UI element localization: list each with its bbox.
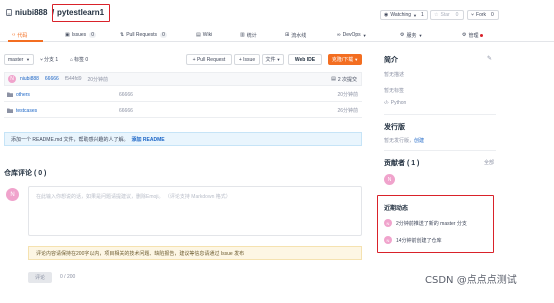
avatar: N: [6, 188, 19, 201]
comment-placeholder: 在此输入你想说的话，如果是问题请提建议，删除Emoji。 （评论支持 Markd…: [36, 194, 231, 200]
gear-icon: ⚙: [462, 32, 467, 38]
release-title: 发行版: [384, 124, 405, 131]
eye-icon: ◉: [384, 12, 389, 18]
services-icon: ⚙: [400, 32, 405, 38]
avatar[interactable]: N: [8, 75, 16, 83]
file-commit-message[interactable]: 66666: [119, 92, 133, 98]
folder-icon: [7, 108, 13, 113]
readme-banner-text: 添加一个 README.md 文件，帮助感兴趣的人了解。: [11, 136, 129, 143]
intro-title: 简介: [384, 57, 398, 64]
tab-active-underline: [8, 40, 43, 42]
watermark: CSDN @点点点测试: [425, 275, 517, 286]
tab-pull-requests[interactable]: ⇅ Pull Requests 0: [120, 28, 167, 42]
avatar[interactable]: N: [384, 174, 395, 185]
create-release-link[interactable]: 创建: [414, 137, 424, 144]
file-commit-message[interactable]: 66666: [119, 108, 133, 114]
commit-time: 20分钟前: [87, 76, 109, 83]
fork-button[interactable]: ⑂ Fork 0: [467, 10, 499, 20]
pull-request-icon: ⇅: [120, 32, 125, 38]
clone-download-button[interactable]: 克隆/下载 ▼: [328, 54, 362, 65]
contributors-title: 贡献者 ( 1 ): [384, 160, 420, 167]
star-icon: ☆: [434, 12, 439, 18]
branches-link[interactable]: ⑂ 分支 1: [40, 56, 58, 64]
tab-stats[interactable]: ▥ 统计: [240, 28, 257, 42]
commit-message[interactable]: 66666: [45, 76, 59, 82]
devops-icon: ∞: [337, 32, 341, 38]
tab-pipeline[interactable]: ⊞ 流水线: [285, 28, 306, 42]
new-pull-request-button[interactable]: + Pull Request: [186, 54, 232, 65]
tab-issues[interactable]: ▣ Issues 0: [65, 28, 96, 42]
branch-select[interactable]: master ▼: [4, 54, 34, 65]
repo-nav: ‹› 代码 ▣ Issues 0 ⇅ Pull Requests 0 ▤ Wik…: [0, 28, 554, 42]
tags-link[interactable]: ⌂ 标签 0: [70, 56, 88, 64]
submit-comment-button[interactable]: 评论: [28, 272, 52, 283]
repo-name-highlight: [52, 4, 110, 22]
tab-services[interactable]: ⚙ 服务 ▼: [400, 28, 422, 42]
pipeline-icon: ⊞: [285, 32, 290, 38]
wiki-icon: ▤: [196, 32, 201, 38]
intro-tags: 暂无标签: [384, 88, 405, 94]
recent-activity-highlight: [377, 195, 494, 253]
sidebar-divider: [384, 150, 496, 151]
intro-description: 暂无描述: [384, 72, 405, 78]
code-icon: ‹›: [12, 32, 16, 38]
tab-wiki[interactable]: ▤ Wiki: [196, 28, 212, 42]
folder-icon: [7, 92, 13, 97]
comment-notice: 评论内容请保持在200字以内，项目相关的技术问题、缺陷报告，建议等信息请通过 I…: [28, 246, 362, 260]
notification-dot-icon: [479, 33, 483, 37]
repo-header: niubi888 / pytestlearn1 ◉ Watching ▼ 1 ☆…: [0, 0, 554, 28]
issue-icon: ▣: [65, 32, 70, 38]
add-readme-link[interactable]: 添加 README: [132, 136, 165, 143]
file-name-link[interactable]: testcases: [16, 108, 37, 114]
edit-icon[interactable]: ✎: [487, 55, 492, 62]
sidebar-divider: [384, 114, 496, 115]
file-name-link[interactable]: others: [16, 92, 30, 98]
stats-icon: ▥: [240, 32, 245, 38]
all-contributors-link[interactable]: 全部: [484, 159, 494, 166]
file-time: 20分钟前: [337, 92, 358, 98]
commit-count-link[interactable]: ▤ 2 次提交: [331, 76, 357, 83]
tab-devops[interactable]: ∞ DevOps ▼: [337, 28, 367, 42]
file-row[interactable]: others 66666 20分钟前: [4, 88, 362, 102]
file-menu-button[interactable]: 文件 ▼: [262, 54, 284, 65]
commit-hash[interactable]: f544fd9: [65, 76, 82, 82]
readme-banner: 添加一个 README.md 文件，帮助感兴趣的人了解。 添加 README: [4, 132, 362, 146]
file-time: 26分钟前: [337, 108, 358, 114]
chevron-down-icon: ▼: [362, 32, 367, 38]
chevron-down-icon: ▼: [276, 57, 281, 62]
latest-commit-bar: N niubi888 66666 f544fd9 20分钟前 ▤ 2 次提交: [4, 72, 362, 86]
watch-button[interactable]: ◉ Watching ▼ 1: [380, 10, 428, 20]
history-icon: ▤: [331, 76, 336, 82]
commit-author-link[interactable]: niubi888: [20, 76, 39, 82]
branch-icon: ⑂: [40, 56, 44, 63]
code-language-icon: ‹/›: [384, 100, 389, 106]
new-issue-button[interactable]: + Issue: [234, 54, 260, 65]
language-item: ‹/› Python: [384, 100, 407, 106]
fork-icon: ⑂: [471, 12, 475, 18]
star-button[interactable]: ☆ Star 0: [430, 10, 464, 20]
chevron-down-icon: ▼: [354, 57, 359, 62]
tab-manage[interactable]: ⚙ 管理: [462, 28, 483, 42]
file-row[interactable]: testcases 66666 26分钟前: [4, 104, 362, 118]
comments-title: 仓库评论 ( 0 ): [4, 170, 47, 177]
tag-icon: ⌂: [70, 56, 74, 63]
release-info: 暂无发行版， 创建: [384, 137, 425, 144]
web-ide-button[interactable]: Web IDE: [288, 54, 322, 65]
repo-icon: [6, 9, 12, 16]
repo-owner-link[interactable]: niubi888: [15, 8, 47, 17]
chevron-down-icon: ▼: [26, 57, 30, 62]
chevron-down-icon: ▼: [413, 12, 418, 18]
chevron-down-icon: ▼: [418, 32, 423, 38]
comment-input[interactable]: 在此输入你想说的话，如果是问题请提建议，删除Emoji。 （评论支持 Markd…: [28, 186, 362, 236]
comment-char-counter: 0 / 200: [60, 274, 76, 280]
